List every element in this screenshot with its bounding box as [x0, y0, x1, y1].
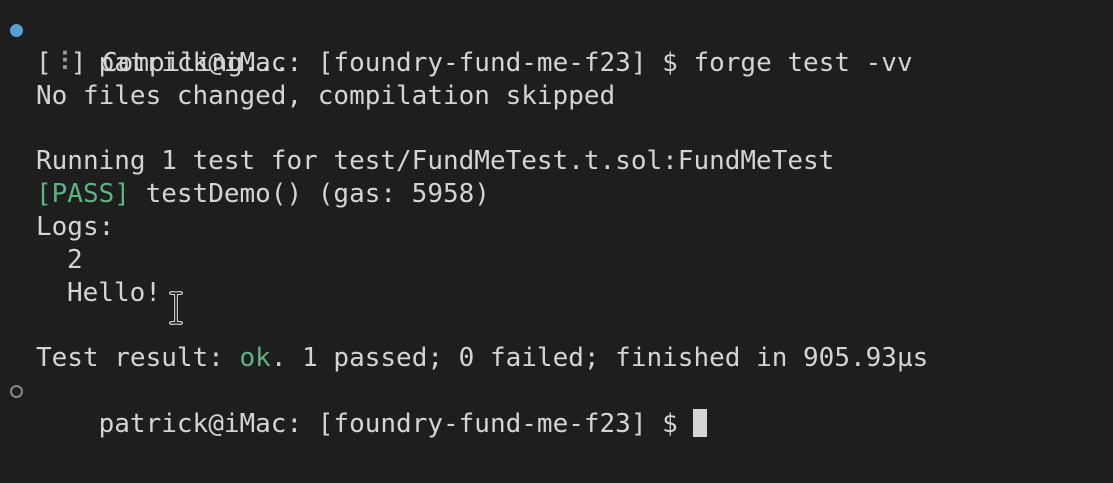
bracket-open: [ [36, 48, 52, 78]
command-status-icon[interactable] [10, 24, 23, 37]
summary-prefix: Test result: [36, 343, 240, 373]
prompt-text: patrick@iMac: [foundry-fund-me-f23] $ [98, 409, 694, 439]
terminal-window[interactable]: patrick@iMac: [foundry-fund-me-f23] $ fo… [0, 0, 1113, 483]
ok-status: ok [239, 343, 271, 373]
test-result-line: [PASS] testDemo() (gas: 5958) [0, 178, 1113, 211]
compiling-text: ] Compiling... [70, 48, 290, 78]
compiling-line: [⠸] Compiling... [0, 47, 1113, 80]
no-changes-line: No files changed, compilation skipped [36, 81, 616, 111]
pass-badge: [PASS] [36, 179, 130, 209]
text-cursor-icon [169, 291, 183, 325]
logs-label: Logs: [36, 212, 115, 242]
running-line: Running 1 test for test/FundMeTest.t.sol… [36, 146, 835, 176]
prompt-status-icon[interactable] [10, 385, 23, 398]
log-entry: 2 [67, 245, 83, 275]
spinner-icon: ⠸ [51, 48, 71, 78]
command-line: patrick@iMac: [foundry-fund-me-f23] $ fo… [0, 14, 1113, 78]
text-cursor[interactable] [693, 409, 708, 437]
current-prompt-line[interactable]: patrick@iMac: [foundry-fund-me-f23] $ [0, 375, 1113, 439]
test-name: testDemo() (gas: 5958) [129, 179, 490, 209]
summary-line: Test result: ok. 1 passed; 0 failed; fin… [0, 342, 1113, 375]
summary-suffix: . 1 passed; 0 failed; finished in 905.93… [270, 343, 929, 373]
log-entry: Hello! [67, 278, 161, 308]
